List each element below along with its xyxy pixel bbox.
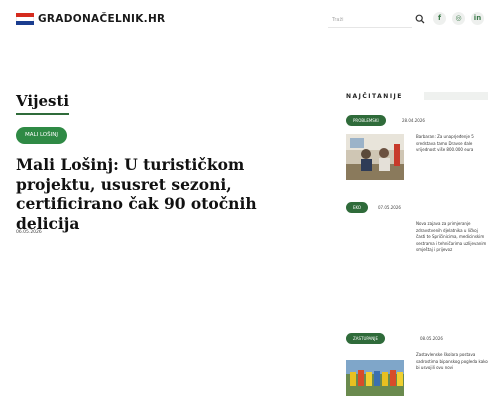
site-logo[interactable]: GRADONAČELNIK.HR bbox=[38, 13, 165, 25]
most-read-heading: NAJČITANIJE bbox=[346, 93, 403, 100]
sidebar-item-category[interactable]: ZASTUPANJE bbox=[346, 333, 385, 344]
thumbnail-image bbox=[346, 360, 404, 396]
sidebar-item-title[interactable]: Barbaran: Za unaprjeđenje 5 sredstava ta… bbox=[416, 134, 488, 154]
facebook-icon[interactable]: f bbox=[433, 12, 446, 25]
search-icon[interactable] bbox=[415, 14, 425, 24]
sidebar-item-title[interactable]: Nova zajava za primjeranje zdravstvenih … bbox=[416, 221, 488, 254]
croatian-flag-icon bbox=[16, 13, 34, 25]
sidebar-item-date: 08.05.2026 bbox=[420, 336, 443, 341]
sidebar-item-thumbnail[interactable] bbox=[346, 134, 404, 180]
linkedin-icon[interactable]: in bbox=[471, 12, 484, 25]
search-input[interactable] bbox=[328, 12, 412, 28]
sidebar-item-category[interactable]: EKO bbox=[346, 202, 369, 213]
sidebar-item-category[interactable]: PROBLEMSKI bbox=[346, 115, 386, 126]
thumbnail-image bbox=[346, 134, 404, 180]
article-title[interactable]: Mali Lošinj: U turističkom projektu, usu… bbox=[16, 155, 316, 233]
category-badge[interactable]: MALI LOŠINJ bbox=[16, 127, 67, 144]
sidebar-item-date: 28.04.2026 bbox=[402, 118, 425, 123]
article-date: 06.05.2026 bbox=[16, 230, 42, 235]
section-title: Vijesti bbox=[16, 92, 70, 115]
sidebar-item-date: 07.05.2026 bbox=[378, 205, 401, 210]
site-header: GRADONAČELNIK.HR f ◎ in bbox=[0, 0, 488, 38]
instagram-icon[interactable]: ◎ bbox=[452, 12, 465, 25]
heading-divider bbox=[424, 92, 488, 100]
sidebar-item-title[interactable]: Zastavlenske školara postava sadrostima … bbox=[416, 352, 488, 372]
sidebar-item-thumbnail[interactable] bbox=[346, 360, 404, 396]
